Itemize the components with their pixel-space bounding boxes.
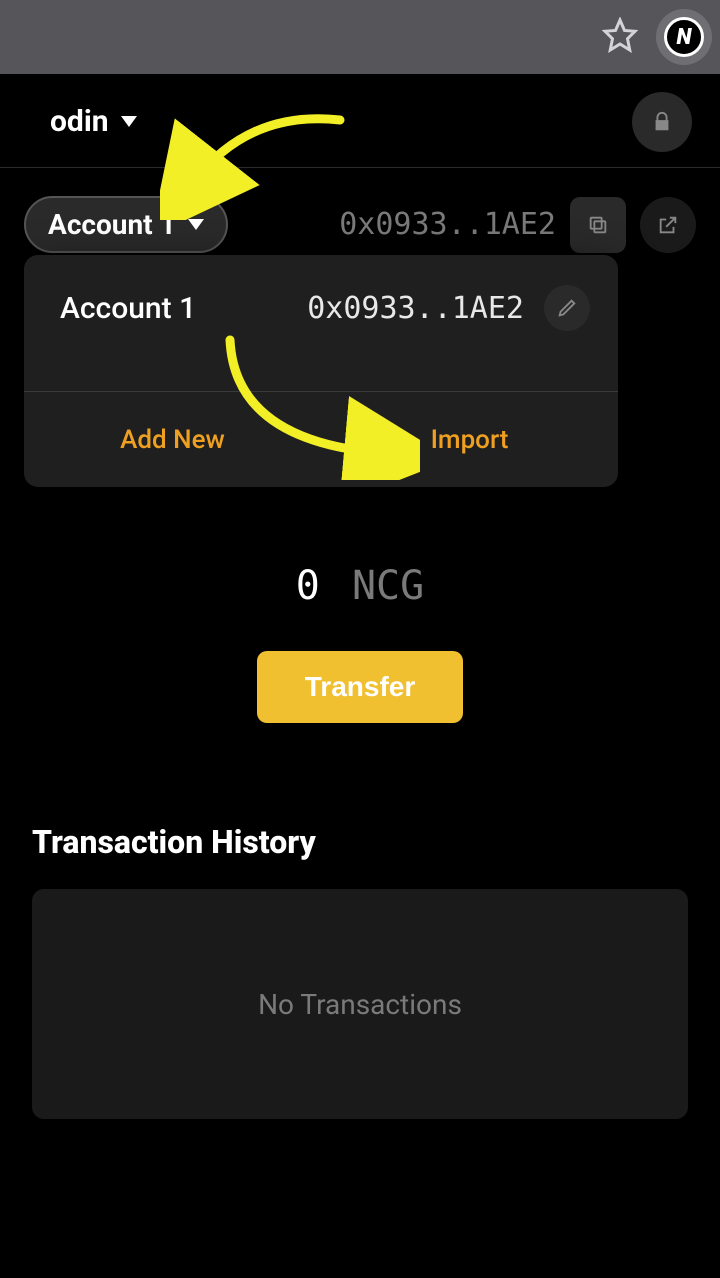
copy-icon [587,214,609,236]
import-account-button[interactable]: Import [321,392,618,487]
account-address-display: 0x0933..1AE2 [339,207,556,242]
network-selector[interactable]: odin [50,104,137,139]
balance-amount: 0 [296,563,320,609]
account-selector-chip[interactable]: Account 1 [24,196,228,253]
balance-display: 0 NCG [0,563,720,609]
account-dropdown-item[interactable]: Account 1 0x0933..1AE2 [24,255,618,391]
browser-chrome: N [0,0,720,76]
copy-address-button[interactable] [570,197,626,253]
edit-account-button[interactable] [544,285,590,331]
account-bar: Account 1 0x0933..1AE2 [0,168,720,253]
account-item-name: Account 1 [60,291,196,326]
pencil-icon [556,297,578,319]
extension-avatar-icon[interactable]: N [656,9,712,65]
transfer-button-wrap: Transfer [0,651,720,723]
account-dropdown-actions: Add New Import [24,391,618,487]
external-link-icon [657,214,679,236]
open-external-button[interactable] [640,197,696,253]
transaction-empty-text: No Transactions [258,988,462,1021]
lock-icon [651,111,673,133]
extension-badge: N [664,17,704,57]
balance-currency: NCG [352,563,424,609]
chevron-down-icon [121,116,137,127]
lock-button[interactable] [632,92,692,152]
bookmark-star-icon[interactable] [602,17,638,57]
app-header: odin [0,76,720,168]
chevron-down-icon [188,219,204,230]
transaction-history-empty: No Transactions [32,889,688,1119]
selected-account-label: Account 1 [48,208,176,241]
account-dropdown-panel: Account 1 0x0933..1AE2 Add New Import [24,255,618,487]
network-label: odin [50,104,109,139]
add-new-account-button[interactable]: Add New [24,392,321,487]
account-item-address: 0x0933..1AE2 [307,291,524,326]
transaction-history-title: Transaction History [32,823,688,861]
transfer-button[interactable]: Transfer [257,651,464,723]
transaction-history-section: Transaction History No Transactions [0,823,720,1119]
